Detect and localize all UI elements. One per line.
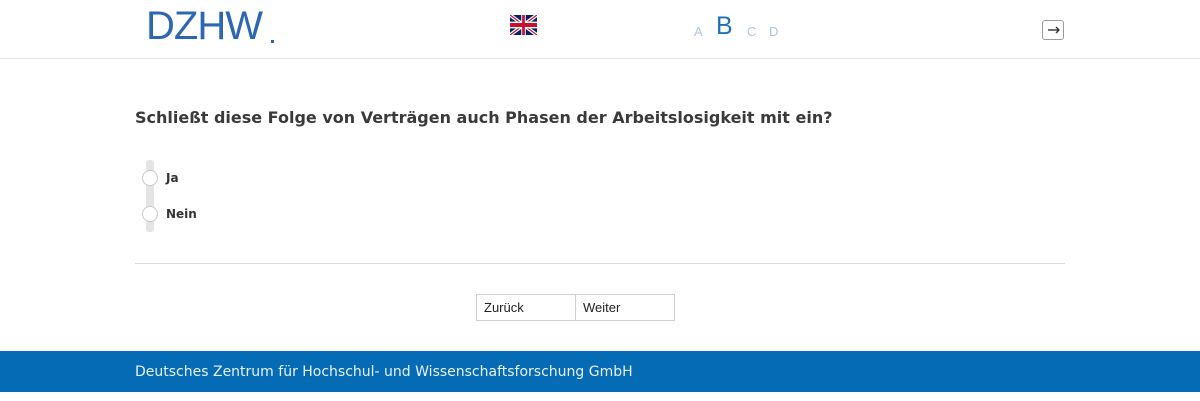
next-button[interactable]: Weiter <box>575 294 675 321</box>
radio-button-ja[interactable] <box>142 170 158 186</box>
option-label-nein[interactable]: Nein <box>166 206 197 222</box>
uk-flag-icon[interactable] <box>510 15 537 35</box>
module-a-link[interactable]: A <box>694 24 703 39</box>
logout-button[interactable] <box>1042 20 1064 40</box>
module-d-link[interactable]: D <box>769 24 778 39</box>
module-c-link[interactable]: C <box>747 24 756 39</box>
question-text: Schließt diese Folge von Verträgen auch … <box>135 108 833 127</box>
logo-dot <box>271 40 274 43</box>
footer: Deutsches Zentrum für Hochschul- und Wis… <box>0 351 1200 392</box>
radio-button-nein[interactable] <box>142 206 158 222</box>
dzhw-logo: DZHW <box>146 4 263 48</box>
footer-text: Deutsches Zentrum für Hochschul- und Wis… <box>135 364 633 380</box>
header: DZHW A B C D <box>0 0 1200 59</box>
module-b-link[interactable]: B <box>716 12 733 41</box>
divider <box>135 263 1065 264</box>
logout-icon <box>1048 26 1060 34</box>
option-label-ja[interactable]: Ja <box>166 170 179 186</box>
back-button[interactable]: Zurück <box>476 294 577 321</box>
